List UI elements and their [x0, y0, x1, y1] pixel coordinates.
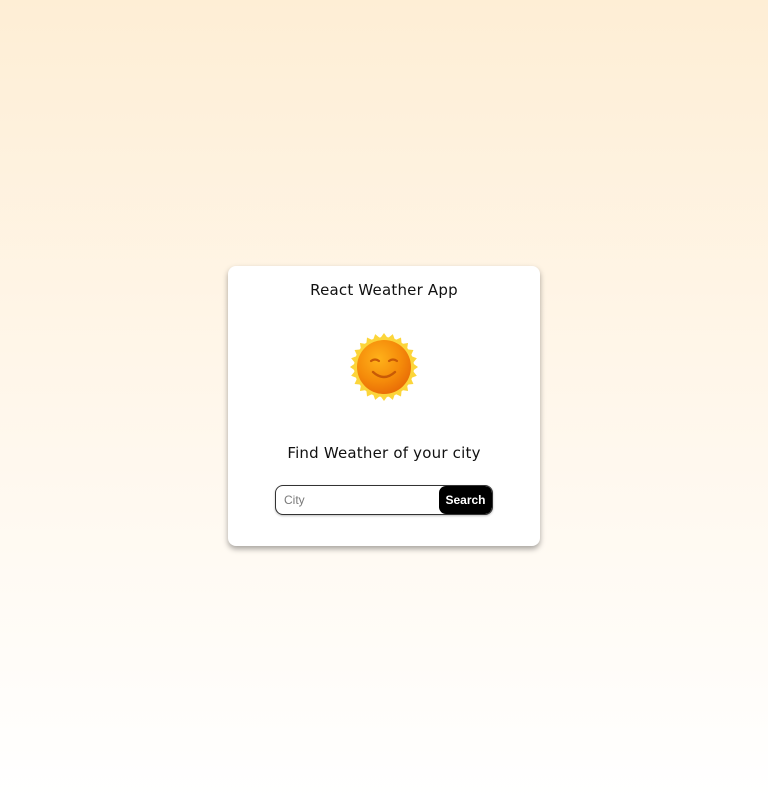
city-input[interactable]: [276, 486, 440, 514]
search-button[interactable]: Search: [439, 486, 492, 514]
app-title: React Weather App: [310, 281, 458, 299]
weather-card: React Weather App Find Weather of your c…: [228, 266, 540, 546]
city-search-form: Search: [275, 485, 493, 515]
smiling-sun-icon: [349, 332, 419, 402]
find-weather-heading: Find Weather of your city: [287, 444, 481, 462]
